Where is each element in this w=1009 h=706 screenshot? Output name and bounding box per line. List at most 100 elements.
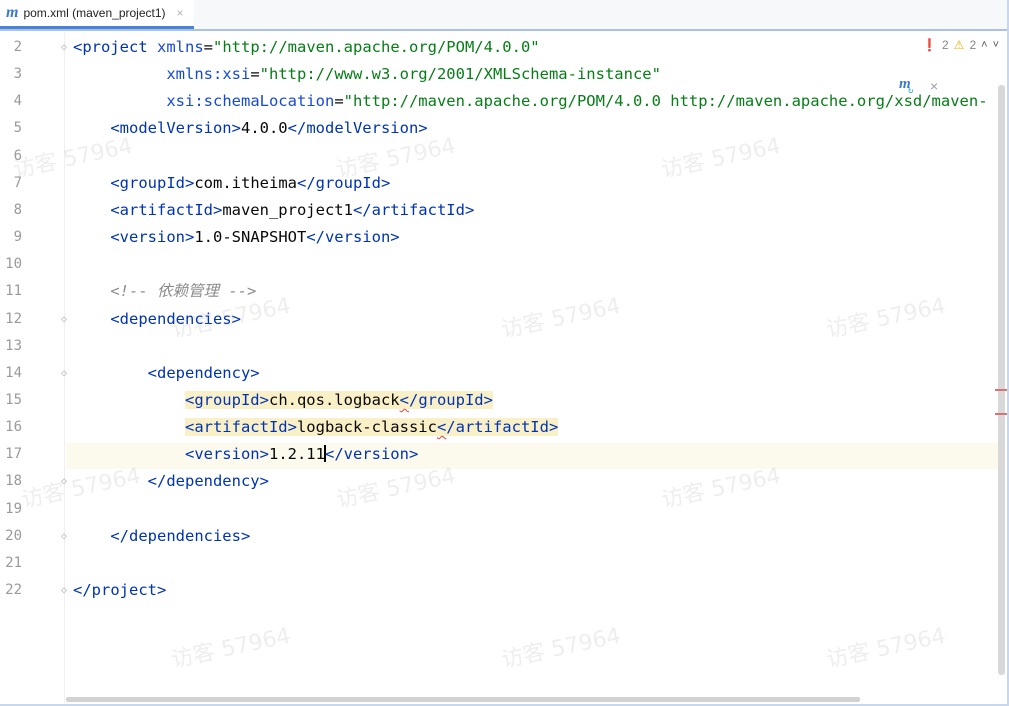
code-token: <artifactId> xyxy=(184,418,297,436)
code-line[interactable]: </dependencies> xyxy=(73,523,250,550)
code-token: </dependency> xyxy=(147,472,269,490)
code-token: "http://maven.apache.org/POM/4.0.0 http:… xyxy=(343,92,988,110)
line-number: 7 xyxy=(13,175,22,191)
code-token: <groupId> xyxy=(184,391,269,409)
code-token: 1.0-SNAPSHOT xyxy=(194,228,307,246)
line-number: 6 xyxy=(13,148,22,164)
refresh-icon: ↻ xyxy=(908,86,914,96)
code-line[interactable]: <project xmlns="http://maven.apache.org/… xyxy=(73,34,540,61)
line-number: 4 xyxy=(13,93,22,109)
error-stripe-mark[interactable] xyxy=(995,389,1007,391)
code-token: <version> xyxy=(184,445,269,463)
maven-popup-close-icon[interactable]: × xyxy=(930,78,938,94)
fold-marker-icon[interactable]: ◇ xyxy=(58,314,70,326)
code-token: </version> xyxy=(324,445,419,463)
maven-file-icon: m xyxy=(6,4,19,21)
code-line[interactable]: <dependencies> xyxy=(73,306,241,333)
code-token: </dependencies> xyxy=(110,527,251,545)
code-token: 1.2.11 xyxy=(268,445,325,463)
code-line[interactable]: <modelVersion>4.0.0</modelVersion> xyxy=(73,115,428,142)
inspection-widget[interactable]: ❗ 2 ⚠ 2 ˄ ˅ xyxy=(922,38,999,52)
code-line[interactable]: <groupId>ch.qos.logback</groupId> xyxy=(73,387,493,414)
code-line[interactable]: <!-- 依赖管理 --> xyxy=(73,278,256,305)
code-token: </modelVersion> xyxy=(287,119,428,137)
line-number: 15 xyxy=(5,392,22,408)
horizontal-scrollbar[interactable] xyxy=(66,697,860,702)
line-number: 12 xyxy=(5,311,22,327)
line-number: 10 xyxy=(5,256,22,272)
error-circle-icon: ❗ xyxy=(922,38,937,52)
tab-title: pom.xml (maven_project1) xyxy=(23,6,166,20)
code-line[interactable]: <version>1.2.11</version> xyxy=(73,441,418,468)
code-line[interactable]: <artifactId>logback-classic</artifactId> xyxy=(73,414,559,441)
code-token: /artifactId> xyxy=(446,418,559,436)
fold-marker-icon[interactable]: ◇ xyxy=(58,585,70,597)
code-line[interactable]: xsi:schemaLocation="http://maven.apache.… xyxy=(73,88,988,115)
error-stripe-mark[interactable] xyxy=(995,413,1007,415)
line-number: 19 xyxy=(5,501,22,517)
line-number: 9 xyxy=(13,229,22,245)
code-token: <!-- 依赖管理 --> xyxy=(110,282,257,300)
close-icon[interactable]: × xyxy=(177,6,184,20)
error-count: 2 xyxy=(941,38,949,52)
code-token: ch.qos.logback xyxy=(268,391,400,409)
chevron-down-icon[interactable]: ˅ xyxy=(993,39,999,51)
fold-marker-icon[interactable]: ◇ xyxy=(58,531,70,543)
code-token: 4.0.0 xyxy=(240,119,288,137)
code-token: <artifactId> xyxy=(110,201,223,219)
fold-marker-icon[interactable]: ◇ xyxy=(58,42,70,54)
fold-marker-icon[interactable]: ◇ xyxy=(58,476,70,488)
line-number: 11 xyxy=(5,283,22,299)
line-number: 21 xyxy=(5,555,22,571)
code-token: </groupId> xyxy=(296,174,391,192)
code-token: com.itheima xyxy=(194,174,297,192)
code-token: < xyxy=(436,418,447,436)
line-number: 14 xyxy=(5,365,22,381)
editor-tab-bar: m pom.xml (maven_project1) × xyxy=(0,0,1007,31)
code-line[interactable]: xmlns:xsi="http://www.w3.org/2001/XMLSch… xyxy=(73,61,661,88)
code-line[interactable]: </dependency> xyxy=(73,468,269,495)
code-line[interactable]: </project> xyxy=(73,577,166,604)
code-token: maven_project1 xyxy=(222,201,353,219)
warning-triangle-icon: ⚠ xyxy=(953,38,965,52)
line-number: 8 xyxy=(13,202,22,218)
line-number: 5 xyxy=(13,120,22,136)
code-token: </project> xyxy=(73,581,167,599)
code-token: xmlns:xsi xyxy=(166,65,251,83)
code-token: xmlns xyxy=(157,38,204,56)
line-number: 22 xyxy=(5,582,22,598)
fold-marker-icon[interactable]: ◇ xyxy=(58,368,70,380)
code-line[interactable]: <version>1.0-SNAPSHOT</version> xyxy=(73,224,400,251)
code-line[interactable]: <artifactId>maven_project1</artifactId> xyxy=(73,197,474,224)
line-number: 18 xyxy=(5,473,22,489)
code-token: logback-classic xyxy=(296,418,437,436)
code-token: xsi:schemaLocation xyxy=(166,92,335,110)
line-number: 13 xyxy=(5,338,22,354)
code-token: <dependency> xyxy=(147,364,260,382)
code-line[interactable]: <groupId>com.itheima</groupId> xyxy=(73,170,390,197)
code-line[interactable]: <dependency> xyxy=(73,360,260,387)
line-number: 3 xyxy=(13,66,22,82)
tab-pom-xml[interactable]: m pom.xml (maven_project1) × xyxy=(0,0,194,29)
chevron-up-icon[interactable]: ˄ xyxy=(981,39,987,51)
line-number: 2 xyxy=(13,39,22,55)
code-token: </version> xyxy=(306,228,400,246)
line-number: 17 xyxy=(5,446,22,462)
code-token: <version> xyxy=(110,228,195,246)
vertical-scrollbar[interactable] xyxy=(998,85,1005,675)
code-token: /groupId> xyxy=(408,391,493,409)
code-token: <modelVersion> xyxy=(110,119,241,137)
code-token: </artifactId> xyxy=(352,201,475,219)
